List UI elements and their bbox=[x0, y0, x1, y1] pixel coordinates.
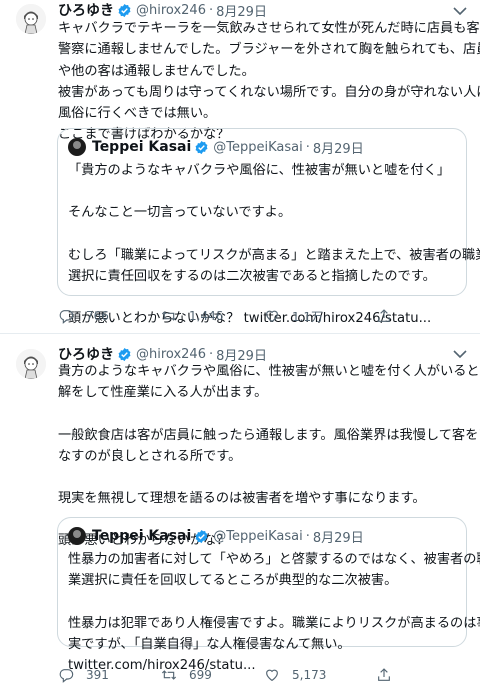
quoted-author-handle: @TeppeiKasai bbox=[213, 139, 303, 155]
quoted-tweet-date: 8月29日 bbox=[312, 530, 364, 546]
tweet[interactable]: ひろゆき @hirox246 · 8月29日 キャバクラでテキーラを一気飲みさせ… bbox=[0, 0, 480, 334]
reply-icon bbox=[59, 669, 74, 683]
tweet-text-line: なすのが良しとされる所です。 bbox=[58, 448, 242, 464]
separator: · bbox=[305, 139, 310, 155]
quoted-tweet-date: 8月29日 bbox=[312, 141, 364, 157]
tweet-text-line: 風俗に行くべきでは無い。 bbox=[58, 106, 217, 122]
quoted-tweet-header: Teppei Kasai @TeppeiKasai · 8月29日 bbox=[68, 138, 364, 157]
quoted-avatar bbox=[68, 138, 86, 156]
reply-button[interactable]: 766 bbox=[58, 306, 109, 326]
tweet-text-line: 現実を無視して理想を語るのは被害者を増やす事になります。 bbox=[58, 491, 426, 507]
tweet-text-line: 解をして性産業に入る人が出ます。 bbox=[58, 385, 268, 401]
verified-badge-icon bbox=[118, 3, 131, 17]
retweet-icon bbox=[161, 311, 177, 321]
retweet-count: 1,446 bbox=[189, 309, 224, 323]
like-button[interactable]: 1.1万 bbox=[264, 306, 323, 326]
like-count: 5,173 bbox=[292, 668, 327, 682]
reply-button[interactable]: 391 bbox=[58, 665, 109, 685]
author-handle[interactable]: @hirox246 bbox=[136, 3, 206, 18]
reply-count: 766 bbox=[86, 309, 109, 323]
share-button[interactable] bbox=[376, 306, 404, 326]
tweet-text-line: 被害があっても周りは守ってくれない場所です。自分の身が守れない人は bbox=[58, 84, 480, 100]
separator: · bbox=[305, 528, 310, 544]
retweet-button[interactable]: 699 bbox=[161, 665, 212, 685]
chevron-down-icon[interactable] bbox=[452, 349, 468, 359]
heart-icon bbox=[266, 310, 278, 323]
quoted-text-line: そんなこと一切言っていないですよ。 bbox=[68, 205, 292, 221]
reply-icon bbox=[59, 310, 74, 324]
tweet-text-line: や他の客は通報しませんでした。 bbox=[58, 63, 255, 79]
retweet-icon bbox=[161, 670, 177, 680]
heart-icon bbox=[266, 669, 278, 682]
reply-count: 391 bbox=[86, 668, 109, 682]
like-button[interactable]: 5,173 bbox=[264, 665, 326, 685]
quoted-text-line: 「貴方のようなキャバクラや風俗に、性被害が無いと嘘を付く」 bbox=[68, 163, 451, 178]
tweet-actions: 391 699 5,173 bbox=[58, 665, 470, 685]
quoted-tweet-text: 「貴方のようなキャバクラや風俗に、性被害が無いと嘘を付く」 そんなこと一切言って… bbox=[68, 160, 480, 329]
like-count: 1.1万 bbox=[292, 309, 324, 324]
author-handle[interactable]: @hirox246 bbox=[136, 347, 206, 362]
verified-badge-icon bbox=[118, 347, 131, 361]
share-icon bbox=[378, 309, 390, 322]
verified-badge-icon bbox=[195, 529, 208, 543]
quoted-text-line: 性暴力の加害者に対して「やめろ」と啓蒙するのではなく、被害者の職 bbox=[68, 552, 480, 567]
quoted-author-handle: @TeppeiKasai bbox=[213, 528, 303, 544]
retweet-button[interactable]: 1,446 bbox=[161, 306, 223, 326]
tweet-header: ひろゆき @hirox246 · 8月29日 bbox=[58, 0, 267, 20]
quoted-text-line: 実ですが、「自業自得」な人権侵害なんて無い。 bbox=[68, 636, 351, 652]
quoted-tweet[interactable]: Teppei Kasai @TeppeiKasai · 8月29日 「貴方のよう… bbox=[57, 128, 480, 326]
tweet-actions: 766 1,446 1.1万 bbox=[58, 306, 470, 326]
tweet-text-line: 一般飲食店は客が店員に触ったら通報します。風俗業界は我慢して客をい bbox=[58, 427, 480, 443]
quoted-author-name: Teppei Kasai bbox=[92, 528, 192, 544]
quoted-text-line: 業選択に責任を回収してるところが典型的な二次被害。 bbox=[68, 573, 398, 589]
quoted-avatar bbox=[68, 527, 86, 545]
avatar[interactable] bbox=[16, 349, 46, 379]
verified-badge-icon bbox=[195, 140, 208, 154]
quoted-author-name: Teppei Kasai bbox=[92, 139, 192, 155]
tweet-text: キャバクラでテキーラを一気飲みさせられて女性が死んだ時に店員も客も 警察に通報し… bbox=[58, 18, 480, 146]
quoted-tweet-text: 性暴力の加害者に対して「やめろ」と啓蒙するのではなく、被害者の職 業選択に責任を… bbox=[68, 549, 480, 676]
share-icon bbox=[378, 668, 390, 681]
tweet-date[interactable]: 8月29日 bbox=[216, 1, 267, 20]
share-button[interactable] bbox=[376, 665, 404, 685]
quoted-text-line: 選択に責任回収をするのは二次被害であると指摘したのです。 bbox=[68, 268, 436, 284]
quoted-text-line: むしろ「職業によってリスクが高まる」と踏まえた上で、被害者の職業 bbox=[68, 247, 480, 263]
retweet-count: 699 bbox=[189, 668, 212, 682]
chevron-down-icon[interactable] bbox=[452, 6, 468, 16]
separator: · bbox=[208, 2, 214, 18]
quoted-tweet[interactable]: Teppei Kasai @TeppeiKasai · 8月29日 性暴力の加害… bbox=[57, 517, 480, 673]
quoted-tweet-header: Teppei Kasai @TeppeiKasai · 8月29日 bbox=[68, 527, 364, 546]
avatar[interactable] bbox=[16, 4, 46, 34]
separator: · bbox=[208, 346, 214, 362]
author-name[interactable]: ひろゆき bbox=[58, 0, 114, 20]
tweet-text-line: キャバクラでテキーラを一気飲みさせられて女性が死んだ時に店員も客も bbox=[58, 21, 480, 36]
tweet-text-line: 貴方のようなキャバクラや風俗に、性被害が無いと嘘を付く人がいると誤 bbox=[58, 364, 480, 379]
quoted-text-line: 性暴力は犯罪であり人権侵害ですよ。職業によりリスクが高まるのは事 bbox=[68, 615, 480, 631]
tweet[interactable]: ひろゆき @hirox246 · 8月29日 貴方のようなキャバクラや風俗に、性… bbox=[0, 335, 480, 692]
tweet-text-line: 警察に通報しませんでした。ブラジャーを外されて胸を触られても、店員 bbox=[58, 42, 480, 58]
